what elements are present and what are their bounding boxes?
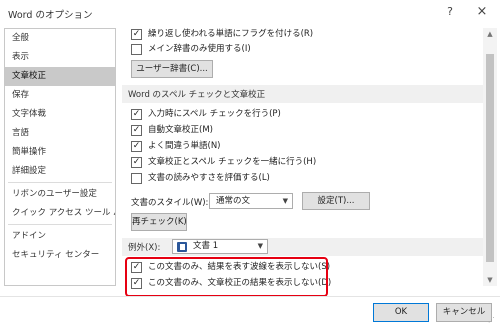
sidebar-item-advanced[interactable]: 詳細設定: [5, 162, 115, 181]
proofing-options-panel: ✓ 繰り返し使われる単語にフラグを付ける(R) メイン辞書のみ使用する(I) ユ…: [122, 28, 484, 292]
chevron-down-icon: ▼: [282, 197, 288, 205]
sidebar-item-proofing[interactable]: 文章校正: [5, 67, 115, 86]
exceptions-document-select[interactable]: 文書 1 ▼: [172, 239, 268, 254]
help-icon[interactable]: ?: [443, 5, 457, 19]
checkbox[interactable]: ✓: [131, 141, 142, 152]
sidebar-item-save[interactable]: 保存: [5, 86, 115, 105]
sidebar-item-language[interactable]: 言語: [5, 124, 115, 143]
writing-style-value: 通常の文: [216, 196, 251, 206]
sidebar-item-display[interactable]: 表示: [5, 48, 115, 67]
scroll-up-arrow-icon[interactable]: ▲: [483, 28, 497, 40]
title-bar: Word のオプション ? ×: [0, 0, 500, 26]
exceptions-document-value: 文書 1: [193, 241, 219, 251]
option-label: 文書の読みやすさを評価する(L): [148, 173, 270, 183]
custom-dictionaries-button[interactable]: ユーザー辞書(C)...: [131, 60, 213, 78]
writing-style-settings-button[interactable]: 設定(T)...: [302, 192, 370, 210]
option-label: 自動文章校正(M): [148, 125, 213, 135]
resize-grip-icon[interactable]: ⋰: [488, 316, 496, 324]
sidebar-item-general[interactable]: 全般: [5, 29, 115, 48]
cancel-button[interactable]: キャンセル: [436, 303, 492, 322]
checkbox[interactable]: ✓: [131, 125, 142, 136]
ok-button[interactable]: OK: [373, 303, 429, 322]
checkbox[interactable]: ✓: [131, 29, 142, 40]
sidebar-item-add-ins[interactable]: アドイン: [5, 227, 115, 246]
close-icon[interactable]: ×: [474, 4, 490, 20]
sidebar-divider: [8, 224, 112, 225]
section-heading-word-proofing: Word のスペル チェックと文章校正: [122, 85, 484, 103]
highlight-box: [125, 257, 328, 297]
checkbox[interactable]: [131, 44, 142, 55]
sidebar-divider: [8, 182, 112, 183]
section-heading: Word のスペル チェックと文章校正: [128, 90, 266, 100]
scroll-down-arrow-icon[interactable]: ▼: [483, 274, 497, 286]
sidebar-item-trust-center[interactable]: セキュリティ センター: [5, 246, 115, 265]
option-label: よく間違う単語(N): [148, 141, 221, 151]
exceptions-label: 例外(X):: [128, 243, 161, 253]
chevron-down-icon: ▼: [257, 242, 263, 250]
checkbox[interactable]: [131, 173, 142, 184]
options-category-list: 全般 表示 文章校正 保存 文字体裁 言語 簡単操作 詳細設定 リボンのユーザー…: [4, 28, 116, 286]
option-label: 繰り返し使われる単語にフラグを付ける(R): [148, 29, 314, 39]
writing-style-select[interactable]: 通常の文 ▼: [209, 193, 293, 209]
writing-style-label: 文書のスタイル(W):: [131, 198, 209, 208]
footer-divider: [0, 296, 500, 297]
option-label: 入力時にスペル チェックを行う(P): [148, 109, 281, 119]
sidebar-item-accessibility[interactable]: 簡単操作: [5, 143, 115, 162]
option-label: メイン辞書のみ使用する(I): [148, 44, 251, 54]
checkbox[interactable]: ✓: [131, 157, 142, 168]
option-label: 文章校正とスペル チェックを一緒に行う(H): [148, 157, 317, 167]
checkbox[interactable]: ✓: [131, 109, 142, 120]
word-document-icon: [177, 242, 187, 252]
sidebar-item-typography[interactable]: 文字体裁: [5, 105, 115, 124]
window-title: Word のオプション: [8, 10, 93, 21]
vertical-scrollbar[interactable]: ▲ ▼: [483, 28, 497, 286]
recheck-document-button[interactable]: 再チェック(K): [131, 213, 187, 231]
sidebar-item-customize-ribbon[interactable]: リボンのユーザー設定: [5, 185, 115, 204]
sidebar-item-quick-access-toolbar[interactable]: クイック アクセス ツール バー: [5, 204, 115, 223]
scroll-thumb[interactable]: [486, 54, 494, 262]
